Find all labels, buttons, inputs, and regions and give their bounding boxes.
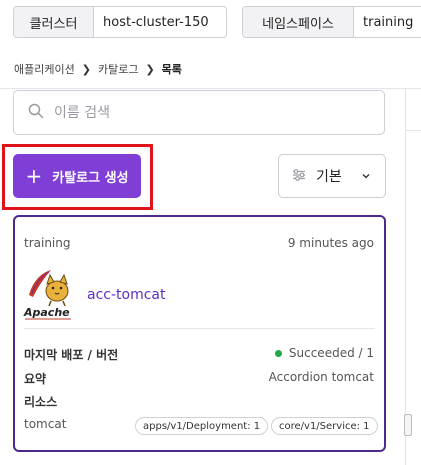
card-divider [24,328,375,329]
cluster-selector-label: 클러스터 [14,7,94,37]
resources-label: 리소스 [24,395,58,409]
search-box[interactable] [13,90,385,135]
cluster-selector[interactable]: 클러스터 host-cluster-150 [13,6,227,38]
create-catalog-button-label: 카탈로그 생성 [52,170,129,186]
breadcrumb-item-list: 목록 [161,63,182,76]
summary-label: 요약 [24,372,47,386]
panel-divider [405,88,406,465]
create-catalog-button[interactable]: + 카탈로그 생성 [13,154,141,198]
chevron-right-icon: ❯ [145,62,155,76]
last-deploy-value: Succeeded / 1 [288,346,374,360]
breadcrumb-item-applications[interactable]: 애플리케이션 [14,61,75,77]
apache-tomcat-logo: Apache [23,267,75,321]
side-panel-divider [406,130,421,131]
scrollbar-thumb[interactable] [404,414,412,436]
breadcrumb-item-catalog[interactable]: 카탈로그 [98,61,138,77]
namespace-selector-label: 네임스페이스 [243,7,354,37]
sliders-icon [292,167,306,186]
resource-tag-deployment: apps/v1/Deployment: 1 [135,417,269,435]
header-divider [0,88,421,89]
svg-text:Apache: Apache [23,306,70,319]
last-deploy-status: Succeeded / 1 [274,346,374,360]
cluster-selector-value[interactable]: host-cluster-150 [94,7,209,37]
card-namespace: training [24,236,71,250]
card-timestamp: 9 minutes ago [287,236,374,250]
card-app-name[interactable]: acc-tomcat [87,287,165,303]
namespace-selector[interactable]: 네임스페이스 training [242,6,421,38]
breadcrumb: 애플리케이션 ❯ 카탈로그 ❯ 목록 [14,61,182,77]
status-success-icon [274,349,282,357]
chevron-right-icon: ❯ [81,62,91,76]
sort-dropdown[interactable]: 기본 [278,154,386,198]
last-deploy-label: 마지막 배포 / 버전 [24,348,119,362]
summary-value: Accordion tomcat [268,370,374,384]
search-icon [28,103,44,123]
namespace-selector-value[interactable]: training [354,7,413,37]
plus-icon: + [25,164,43,188]
resource-tag-service: core/v1/Service: 1 [271,417,378,435]
resource-name: tomcat [24,417,67,431]
catalog-card[interactable]: training 9 minutes ago Apache acc-tomcat… [13,215,386,452]
search-input[interactable] [54,104,354,121]
chevron-down-icon [342,167,372,186]
sort-dropdown-value: 기본 [316,169,342,185]
